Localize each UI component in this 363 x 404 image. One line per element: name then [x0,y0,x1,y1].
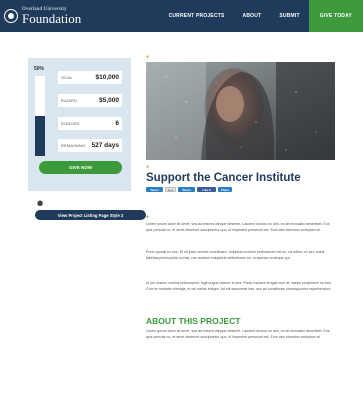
stat-donors: DONORS 6 [58,117,122,130]
logo-mark-icon [4,9,18,23]
nav-about[interactable]: ABOUT [234,13,271,19]
title-marker-icon: ● [146,164,150,170]
main-nav: CURRENT PROJECTS ABOUT SUBMIT GIVE TODAY [160,0,363,32]
about-heading: ABOUT THIS PROJECT [146,316,241,326]
site-logo[interactable]: Overland University Foundation [4,6,114,26]
logo-title: Foundation [22,11,82,26]
stat-raised-value: $5,000 [99,97,119,104]
stat-goal-value: $10,000 [95,74,120,81]
progress-bar [35,76,45,156]
percent-label: 50% [34,66,45,72]
share-button-1[interactable]: Share [178,187,195,192]
stat-goal-label: GOAL [61,75,73,80]
stat-donors-label: DONORS [61,121,80,126]
image-marker-icon: ● [146,54,150,60]
hero-image [146,62,335,160]
stat-remaining-label: REMAINING [61,143,86,148]
give-today-button[interactable]: GIVE TODAY [308,0,363,32]
body-paragraph-2: Purto quodsi ex usu. Et sit justo omnes … [146,250,325,260]
google-plus-button[interactable]: G+1 [165,187,176,192]
sidebar-marker-icon: ⚫ [37,201,44,207]
give-now-button[interactable]: GIVE NOW [39,161,122,174]
stat-donors-value: 6 [115,120,119,127]
nav-submit[interactable]: SUBMIT [270,13,308,19]
text-marker-icon: ● [146,214,150,220]
page-title: Support the Cancer Institute [146,172,301,184]
share-bar: Tweet G+1 Share Like 0 Share [146,187,232,192]
tweet-button[interactable]: Tweet [146,187,163,192]
body-paragraph-1: Lorem ipsum dolor sit amet, sea ad essen… [146,222,330,232]
progress-fill [35,116,45,156]
share-button-2[interactable]: Share [218,187,232,192]
body-paragraph-3: Id per utamur mollius philosophia, fugit… [146,281,332,291]
stat-remaining: REMAINING 527 days [58,139,122,152]
stat-goal: GOAL $10,000 [58,71,122,84]
stat-remaining-value: 527 days [91,142,119,149]
fundraising-stats: 50% GOAL $10,000 RAISED $5,000 DONORS 6 … [28,58,131,191]
stat-raised-label: RAISED [61,98,78,103]
nav-current-projects[interactable]: CURRENT PROJECTS [160,13,234,19]
site-header: Overland University Foundation CURRENT P… [0,0,363,32]
about-paragraph: Lorem ipsum dolor sit amet, sea ad essen… [146,329,330,339]
facebook-like-button[interactable]: Like 0 [197,187,216,192]
view-project-listing-button[interactable]: View Project Listing Page Style 2 [35,210,146,220]
stat-raised: RAISED $5,000 [58,94,122,107]
